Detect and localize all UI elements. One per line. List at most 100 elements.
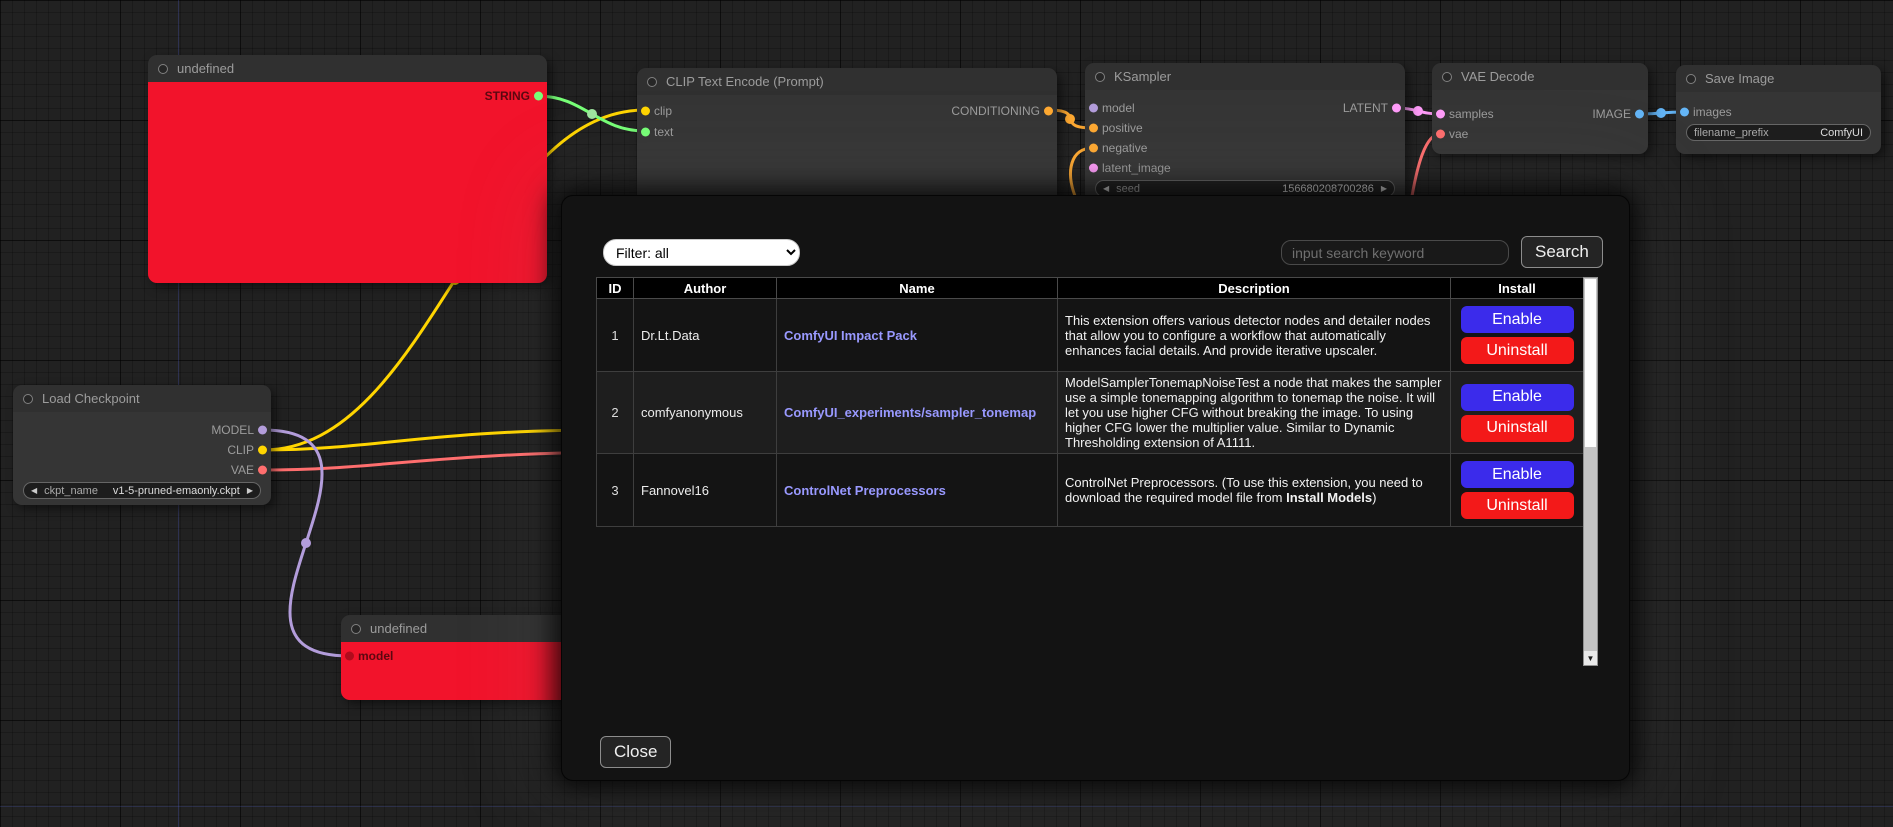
input-port-images[interactable]	[1680, 108, 1689, 117]
input-label-latent-image: latent_image	[1102, 161, 1171, 175]
cell-id: 2	[597, 372, 634, 454]
collapse-dot-icon[interactable]	[23, 394, 33, 404]
input-port-vae[interactable]	[1436, 130, 1445, 139]
input-port-model[interactable]	[1089, 104, 1098, 113]
cell-id: 3	[597, 454, 634, 527]
output-port-latent[interactable]	[1392, 104, 1401, 113]
node-canvas[interactable]: undefined STRING CLIP Text Encode (Promp…	[0, 0, 1893, 827]
uninstall-button[interactable]: Uninstall	[1461, 337, 1574, 364]
input-label-positive: positive	[1102, 121, 1143, 135]
node-header[interactable]: Save Image	[1676, 65, 1881, 92]
collapse-dot-icon[interactable]	[1095, 72, 1105, 82]
output-label-string: STRING	[485, 89, 530, 103]
header-author: Author	[634, 278, 777, 299]
close-button[interactable]: Close	[600, 736, 671, 768]
output-port-image[interactable]	[1635, 110, 1644, 119]
table-row: 1 Dr.Lt.Data ComfyUI Impact Pack This ex…	[597, 299, 1584, 372]
ckpt-name-widget[interactable]: ◀ ckpt_name v1-5-pruned-emaonly.ckpt ▶	[23, 482, 261, 499]
input-port-positive[interactable]	[1089, 124, 1098, 133]
search-button[interactable]: Search	[1521, 236, 1603, 268]
table-header-row: ID Author Name Description Install	[597, 278, 1584, 299]
table-row: 2 comfyanonymous ComfyUI_experiments/sam…	[597, 372, 1584, 454]
widget-value: 156680208700286	[1282, 183, 1374, 195]
slot-row: samples IMAGE	[1432, 104, 1648, 124]
slot-row: VAE	[13, 460, 271, 480]
cell-author: Dr.Lt.Data	[634, 299, 777, 372]
table-scrollbar[interactable]: ▼	[1583, 277, 1598, 666]
slot-row: MODEL	[13, 420, 271, 440]
input-label-model: model	[358, 649, 393, 663]
decrement-arrow-icon[interactable]: ◀	[1103, 185, 1109, 193]
extension-name-link[interactable]: ComfyUI_experiments/sampler_tonemap	[784, 405, 1036, 420]
node-title: CLIP Text Encode (Prompt)	[666, 74, 824, 89]
scrollbar-thumb[interactable]	[1585, 279, 1596, 447]
scrollbar-down-arrow-icon[interactable]: ▼	[1584, 651, 1597, 665]
output-port-string[interactable]	[534, 92, 543, 101]
input-port-samples[interactable]	[1436, 110, 1445, 119]
cell-id: 1	[597, 299, 634, 372]
output-port-clip[interactable]	[258, 446, 267, 455]
node-header[interactable]: KSampler	[1085, 63, 1405, 90]
output-label-conditioning: CONDITIONING	[951, 104, 1040, 118]
input-label-model: model	[1102, 101, 1135, 115]
slot-row: positive	[1085, 118, 1405, 138]
widget-value: v1-5-pruned-emaonly.ckpt	[113, 485, 240, 497]
node-header[interactable]: VAE Decode	[1432, 63, 1648, 90]
node-header[interactable]: CLIP Text Encode (Prompt)	[637, 68, 1057, 95]
node-title: VAE Decode	[1461, 69, 1534, 84]
table-row: 3 Fannovel16 ControlNet Preprocessors Co…	[597, 454, 1584, 527]
collapse-dot-icon[interactable]	[1442, 72, 1452, 82]
input-label-clip: clip	[654, 104, 672, 118]
slot-row: STRING	[148, 86, 547, 106]
uninstall-button[interactable]: Uninstall	[1461, 492, 1574, 519]
input-port-text[interactable]	[641, 127, 650, 136]
enable-button[interactable]: Enable	[1461, 306, 1574, 333]
header-install: Install	[1451, 278, 1584, 299]
node-title: Load Checkpoint	[42, 391, 140, 406]
slot-row: model LATENT	[1085, 98, 1405, 118]
input-port-latent-image[interactable]	[1089, 164, 1098, 173]
output-port-vae[interactable]	[258, 466, 267, 475]
search-input[interactable]	[1281, 240, 1509, 265]
cell-description: ModelSamplerTonemapNoiseTest a node that…	[1058, 372, 1451, 454]
node-save-image[interactable]: Save Image images filename_prefix ComfyU…	[1676, 65, 1881, 154]
collapse-dot-icon[interactable]	[647, 77, 657, 87]
input-port-model[interactable]	[345, 652, 354, 661]
collapse-dot-icon[interactable]	[158, 64, 168, 74]
widget-label: filename_prefix	[1694, 127, 1769, 139]
link-dot-conditioning	[1065, 114, 1075, 124]
filename-prefix-widget[interactable]: filename_prefix ComfyUI	[1686, 124, 1871, 141]
previous-arrow-icon[interactable]: ◀	[31, 487, 37, 495]
node-vae-decode[interactable]: VAE Decode samples IMAGE vae	[1432, 63, 1648, 154]
extension-name-link[interactable]: ComfyUI Impact Pack	[784, 328, 917, 343]
slot-row: latent_image	[1085, 158, 1405, 178]
increment-arrow-icon[interactable]: ▶	[1381, 185, 1387, 193]
node-load-checkpoint[interactable]: Load Checkpoint MODEL CLIP VAE ◀ ckpt_na…	[13, 385, 271, 505]
filter-select[interactable]: Filter: all	[603, 239, 800, 266]
output-port-conditioning[interactable]	[1044, 106, 1053, 115]
collapse-dot-icon[interactable]	[1686, 74, 1696, 84]
enable-button[interactable]: Enable	[1461, 461, 1574, 488]
next-arrow-icon[interactable]: ▶	[247, 487, 253, 495]
slot-row: negative	[1085, 138, 1405, 158]
link-dot-image	[1656, 108, 1666, 118]
input-label-images: images	[1693, 105, 1732, 119]
node-undefined-top[interactable]: undefined STRING	[148, 55, 547, 283]
link-dot-string	[587, 109, 597, 119]
node-header[interactable]: Load Checkpoint	[13, 385, 271, 412]
enable-button[interactable]: Enable	[1461, 384, 1574, 411]
node-title: KSampler	[1114, 69, 1171, 84]
slot-row: images	[1676, 102, 1881, 122]
extension-name-link[interactable]: ControlNet Preprocessors	[784, 483, 946, 498]
input-port-negative[interactable]	[1089, 144, 1098, 153]
widget-value: ComfyUI	[1820, 127, 1863, 139]
node-ksampler[interactable]: KSampler model LATENT positive negative …	[1085, 63, 1405, 212]
output-label-image: IMAGE	[1592, 107, 1631, 121]
uninstall-button[interactable]: Uninstall	[1461, 415, 1574, 442]
input-port-clip[interactable]	[641, 106, 650, 115]
collapse-dot-icon[interactable]	[351, 624, 361, 634]
node-header[interactable]: undefined	[148, 55, 547, 82]
output-label-model: MODEL	[211, 423, 254, 437]
output-port-model[interactable]	[258, 426, 267, 435]
input-label-vae: vae	[1449, 127, 1468, 141]
